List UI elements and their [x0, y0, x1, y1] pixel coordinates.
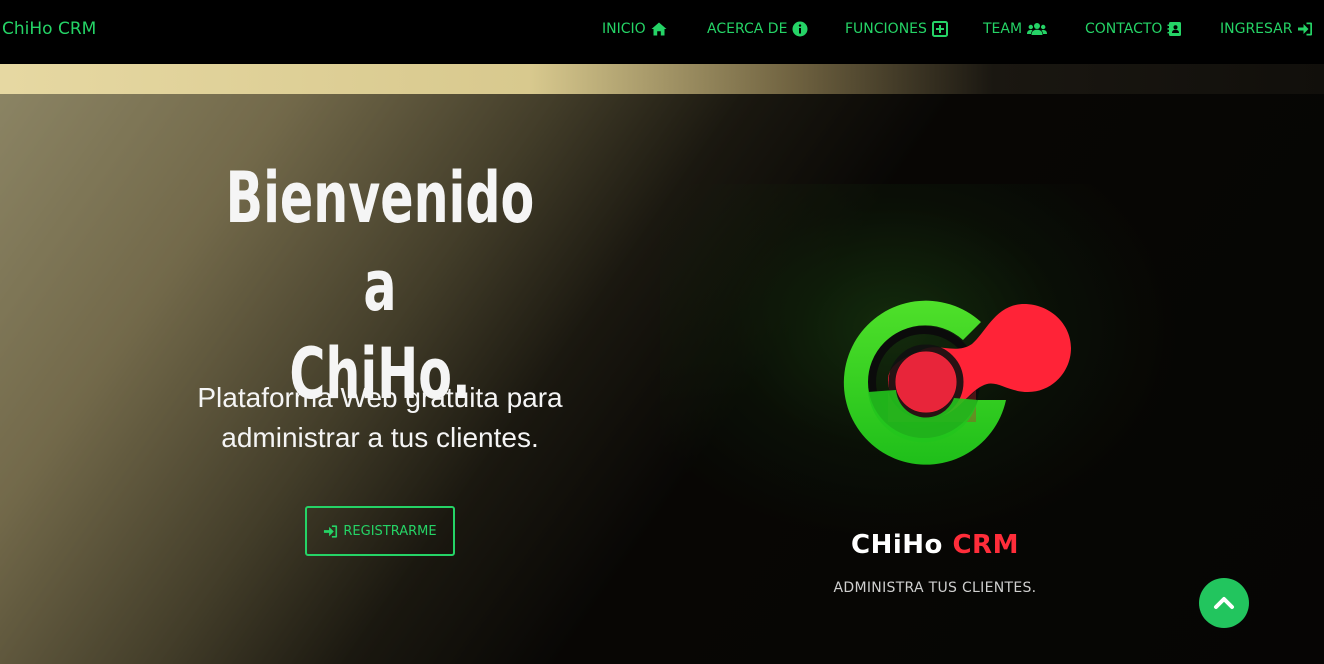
register-button[interactable]: REGISTRARME — [305, 506, 455, 556]
nav-item-ingresar[interactable]: INGRESAR — [1220, 18, 1313, 40]
hero-subtitle: Plataforma Web gratuita para administrar… — [140, 378, 620, 458]
nav-item-label: FUNCIONES — [845, 21, 927, 37]
hero-subtitle-line1: Plataforma Web gratuita para — [197, 382, 563, 413]
logo-tagline: ADMINISTRA TUS CLIENTES. — [833, 580, 1037, 596]
address-book-icon — [1167, 22, 1182, 36]
nav-item-inicio[interactable]: INICIO — [602, 18, 667, 40]
nav-item-label: ACERCA DE — [707, 21, 788, 37]
nav-item-label: INGRESAR — [1220, 21, 1293, 37]
hero-section: Bienvenido a ChiHo. Plataforma Web gratu… — [0, 64, 1324, 664]
sign-in-icon — [324, 524, 338, 538]
chevron-up-icon — [1214, 597, 1234, 609]
plus-square-icon — [931, 21, 948, 37]
nav-item-label: CONTACTO — [1085, 21, 1163, 37]
hero-title-line1: Bienvenido a — [225, 157, 535, 327]
scroll-to-top-button[interactable] — [1199, 578, 1249, 628]
info-circle-icon — [792, 21, 808, 37]
logo-word-accent: CRM — [952, 530, 1019, 560]
chiho-logo-icon — [843, 300, 1071, 465]
nav-item-label: INICIO — [602, 21, 646, 37]
sign-in-icon — [1298, 22, 1313, 36]
navbar: ChiHo CRM INICIO ACERCA DE FUNCIONES TEA… — [0, 0, 1324, 64]
nav-item-label: TEAM — [983, 21, 1023, 37]
nav-item-funciones[interactable]: FUNCIONES — [845, 18, 948, 40]
logo-word-main: CHiHo — [851, 530, 943, 560]
hero-subtitle-line2: administrar a tus clientes. — [221, 422, 539, 453]
nav-item-team[interactable]: TEAM — [983, 18, 1048, 40]
nav-item-contacto[interactable]: CONTACTO — [1085, 18, 1183, 40]
hero-background-band — [0, 64, 1324, 94]
logo-wordmark: CHiHo CRM — [790, 530, 1080, 560]
users-icon — [1027, 23, 1048, 35]
nav-item-acerca[interactable]: ACERCA DE — [707, 18, 808, 40]
home-icon — [651, 22, 667, 36]
page: ChiHo CRM INICIO ACERCA DE FUNCIONES TEA… — [0, 0, 1324, 664]
register-button-label: REGISTRARME — [343, 523, 437, 539]
brand-link[interactable]: ChiHo CRM — [2, 19, 96, 39]
